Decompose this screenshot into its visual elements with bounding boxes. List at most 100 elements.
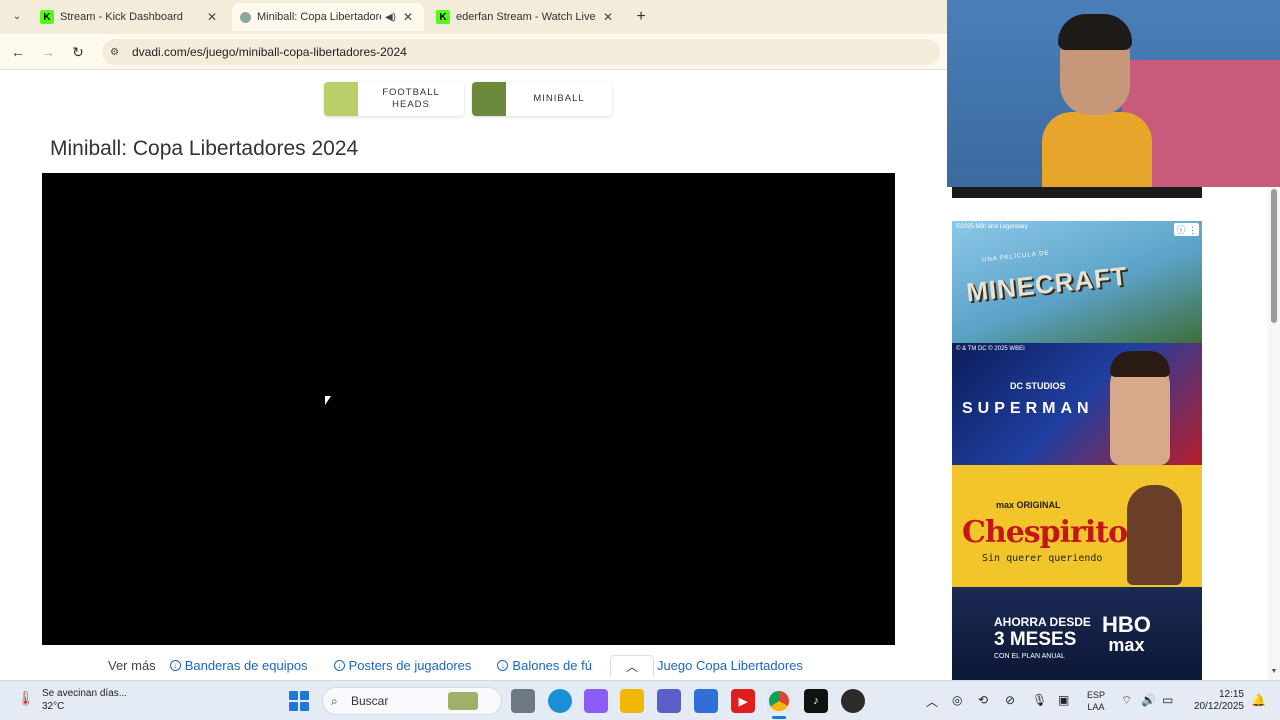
active-app-indicator — [772, 716, 786, 719]
browser-toolbar: ← → ↻ ⚙ dvadi.com/es/juego/miniball-copa… — [0, 34, 947, 70]
site-info-icon[interactable]: ⚙ — [110, 47, 124, 58]
webcam-hair — [1058, 14, 1132, 50]
volume-icon[interactable]: 🔊 — [1141, 693, 1156, 707]
tab-search-chevron-icon[interactable]: ⌄ — [6, 7, 28, 27]
microphone-icon[interactable]: 🎙 — [1032, 693, 1047, 707]
ad-chespirito[interactable]: max ORIGINAL Chespirito Sin querer queri… — [952, 465, 1202, 587]
ver-mas-label: Ver más — [108, 657, 156, 673]
game-card-label: FOOTBALL HEADS — [358, 87, 464, 111]
taskbar-clock[interactable]: 12:15 20/12/2025 — [1192, 689, 1244, 713]
dvadi-favicon-icon — [240, 11, 251, 23]
address-bar[interactable]: ⚙ dvadi.com/es/juego/miniball-copa-liber… — [102, 39, 940, 65]
tab-title: Stream - Kick Dashboard — [60, 11, 183, 23]
ad-figure — [1127, 485, 1182, 585]
tray-muted-icon[interactable]: ⊘ — [1005, 693, 1015, 707]
webcam-overlay — [947, 0, 1280, 187]
teams-icon[interactable] — [657, 689, 681, 713]
ad-title: SUPERMAN — [962, 400, 1094, 417]
hbo-max-logo: HBO max — [1102, 614, 1151, 656]
link-juego-copa[interactable]: ↓Juego Copa Libertadores — [641, 658, 803, 673]
game-card-football-heads[interactable]: FOOTBALL HEADS — [324, 82, 464, 116]
football-heads-thumbnail — [324, 82, 358, 116]
ad-fine-print: ©2025 MBI and Legendary — [956, 224, 1028, 230]
ad-choices-icon[interactable]: ⓘ ⋮ — [1174, 223, 1199, 236]
microsoft-store-icon[interactable] — [694, 689, 718, 713]
tab-close-icon[interactable]: ✕ — [400, 10, 416, 24]
link-banderas[interactable]: ↓ Banderas de equipos — [169, 658, 308, 673]
tray-monitor-icon[interactable]: ▣ — [1058, 693, 1069, 707]
game-label-line: MINIBALL — [533, 93, 585, 104]
link-balones[interactable]: ↓ Balones de fú — [497, 658, 592, 673]
tab-close-icon[interactable]: ✕ — [600, 10, 616, 24]
notification-bell-icon[interactable]: 🔔 — [1251, 693, 1266, 707]
obs-icon[interactable] — [841, 689, 865, 713]
weather-text: Se avecinan días... 32°C — [42, 687, 127, 713]
taskbar-search-box[interactable]: ⌕ Buscar — [322, 687, 502, 715]
reload-icon[interactable]: ↻ — [69, 43, 87, 61]
tray-overflow-chevron-icon[interactable]: ︿ — [926, 693, 938, 710]
collapse-chevron-up-icon[interactable]: ︿ — [610, 655, 654, 677]
task-view-icon[interactable] — [511, 689, 535, 713]
tab-miniball[interactable]: Miniball: Copa Libertadores ◀) ✕ — [232, 3, 424, 31]
ad-logo: DC STUDIOS — [1010, 381, 1066, 391]
edge-browser-icon[interactable] — [548, 689, 572, 713]
download-icon: ↓ — [497, 659, 509, 671]
ad-line: CON EL PLAN ANUAL — [994, 653, 1065, 660]
language-indicator[interactable]: ESP LAA — [1087, 689, 1105, 713]
clock-time: 12:15 — [1218, 689, 1244, 700]
tab-title: Miniball: Copa Libertadores — [257, 11, 381, 23]
tab-kick-dashboard[interactable]: K Stream - Kick Dashboard ✕ — [32, 3, 228, 31]
youtube-icon[interactable]: ▶ — [731, 689, 755, 713]
tray-sync-icon[interactable]: ⟲ — [978, 693, 988, 707]
forward-arrow-icon[interactable]: → — [39, 43, 57, 61]
speaker-icon[interactable]: ◀) — [385, 12, 396, 23]
webcam-person — [1042, 12, 1152, 187]
ad-hair — [1110, 351, 1170, 377]
link-text: Balones de fú — [512, 657, 592, 673]
chrome-logo — [769, 691, 789, 711]
kick-favicon-icon: K — [40, 10, 54, 24]
ad-column[interactable]: ⓘ ⋮ ©2025 MBI and Legendary UNA PELÍCULA… — [952, 221, 1202, 680]
ad-subtitle: Sin querer queriendo — [982, 553, 1103, 564]
mouse-cursor-icon — [325, 396, 331, 405]
link-posters[interactable]: ↓ Posters de jugadores — [333, 657, 472, 673]
file-explorer-icon[interactable] — [620, 689, 644, 713]
tiktok-icon[interactable]: ♪ — [804, 689, 828, 713]
scroll-down-arrow-icon[interactable]: ▼ — [1268, 668, 1280, 678]
game-card-label: MINIBALL — [506, 93, 612, 105]
ad-strip-top — [952, 187, 1202, 198]
ad-superman[interactable]: © & TM DC © 2025 WBEI DC STUDIOS SUPERMA… — [952, 343, 1202, 465]
chrome-icon[interactable] — [767, 689, 791, 713]
url-text[interactable]: dvadi.com/es/juego/miniball-copa-liberta… — [132, 45, 407, 59]
game-canvas[interactable] — [42, 173, 895, 645]
scrollbar-thumb[interactable] — [1271, 189, 1277, 323]
page-scrollbar[interactable] — [1268, 187, 1280, 680]
wifi-icon[interactable]: ⌔ — [1121, 693, 1132, 708]
weather-line: Se avecinan días... — [42, 688, 128, 699]
download-icon: ↓ — [333, 659, 345, 671]
copilot-icon[interactable] — [584, 689, 608, 713]
game-label-line: HEADS — [392, 99, 430, 110]
lang-line: LAA — [1087, 702, 1105, 712]
weather-widget[interactable]: 🌡 Se avecinan días... 32°C — [17, 687, 127, 713]
tray-app-icon[interactable]: ◎ — [952, 693, 962, 707]
ad-title: MINECRAFT — [964, 260, 1130, 308]
battery-icon[interactable]: ▭ — [1162, 693, 1173, 707]
new-tab-plus-icon[interactable]: + — [632, 8, 650, 26]
ad-fine-print: © & TM DC © 2025 WBEI — [956, 346, 1025, 352]
clock-date: 20/12/2025 — [1193, 701, 1244, 712]
back-arrow-icon[interactable]: ← — [9, 43, 27, 61]
download-icon: ↓ — [169, 659, 181, 671]
link-text: Posters de jugadores — [348, 657, 472, 673]
search-placeholder: Buscar — [351, 694, 389, 708]
page-title: Miniball: Copa Libertadores 2024 — [50, 137, 359, 160]
ad-minecraft[interactable]: ©2025 MBI and Legendary UNA PELÍCULA DE … — [952, 221, 1202, 343]
tab-ederfan-stream[interactable]: K ederfan Stream - Watch Live on ✕ — [428, 3, 624, 31]
game-card-miniball[interactable]: MINIBALL — [472, 82, 612, 116]
ad-brand: max ORIGINAL — [996, 500, 1061, 510]
ad-hbo-max[interactable]: AHORRA DESDE 3 MESES CON EL PLAN ANUAL H… — [952, 587, 1202, 680]
logo-line: max — [1108, 635, 1145, 655]
tab-close-icon[interactable]: ✕ — [204, 10, 220, 24]
start-windows-icon[interactable] — [287, 689, 311, 713]
search-highlight-image — [448, 692, 479, 710]
